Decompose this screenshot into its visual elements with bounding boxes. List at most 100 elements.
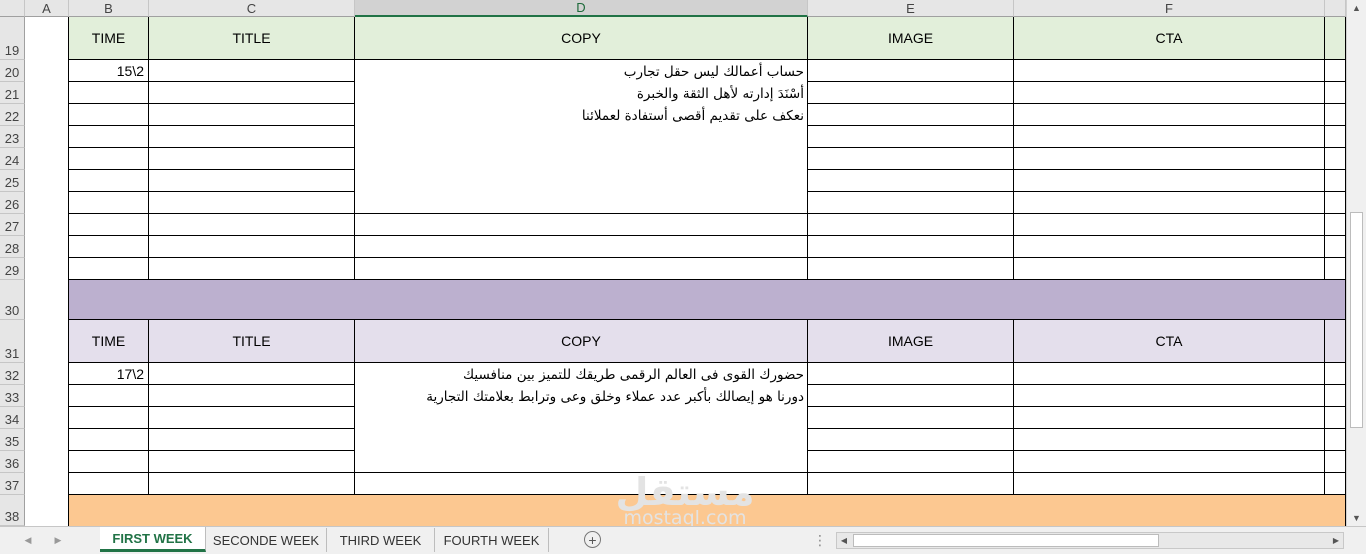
row-header-21[interactable]: 21 — [0, 82, 25, 104]
column-header-b[interactable]: B — [69, 0, 149, 17]
b2-grid-cell[interactable] — [69, 429, 149, 451]
b2-header-extra[interactable] — [1325, 320, 1346, 363]
b2-grid-cell[interactable] — [808, 385, 1014, 407]
b1-grid-cell[interactable] — [1325, 60, 1346, 82]
scroll-down-arrow[interactable]: ▼ — [1347, 510, 1366, 526]
row-header-24[interactable]: 24 — [0, 148, 25, 170]
b2-header-image[interactable]: IMAGE — [808, 320, 1014, 363]
row-header-30[interactable]: 30 — [0, 280, 25, 320]
b1-header-time[interactable]: TIME — [69, 17, 149, 60]
b1-grid-cell[interactable] — [69, 236, 149, 258]
vertical-scroll-thumb[interactable] — [1350, 212, 1363, 428]
add-sheet-icon[interactable]: + — [584, 531, 601, 548]
b1-grid-cell[interactable] — [808, 60, 1014, 82]
row-header-36[interactable]: 36 — [0, 451, 25, 473]
b1-grid-cell[interactable] — [1325, 104, 1346, 126]
b1-grid-cell[interactable] — [149, 104, 355, 126]
b1-grid-cell[interactable] — [1014, 60, 1325, 82]
tab-fourth-week[interactable]: FOURTH WEEK — [435, 528, 549, 552]
b2-copy-cell[interactable]: حضورك القوى فى العالم الرقمى طريقك للتمي… — [355, 363, 808, 473]
b1-grid-cell[interactable] — [69, 192, 149, 214]
b2-grid-cell[interactable] — [1014, 429, 1325, 451]
b1-grid-cell[interactable] — [808, 214, 1014, 236]
b1-grid-cell[interactable] — [1014, 148, 1325, 170]
row-header-29[interactable]: 29 — [0, 258, 25, 280]
row-header-22[interactable]: 22 — [0, 104, 25, 126]
row-header-35[interactable]: 35 — [0, 429, 25, 451]
b1-grid-cell[interactable] — [1014, 170, 1325, 192]
b1-grid-cell[interactable] — [149, 60, 355, 82]
b1-grid-cell[interactable] — [1014, 214, 1325, 236]
b1-grid-cell[interactable] — [808, 104, 1014, 126]
tab-seconde-week[interactable]: SECONDE WEEK — [206, 528, 327, 552]
b2-grid-cell[interactable] — [808, 473, 1014, 495]
b2-grid-cell[interactable] — [1014, 363, 1325, 385]
vertical-scrollbar[interactable]: ▲ ▼ — [1346, 0, 1366, 526]
b2-grid-cell[interactable] — [1014, 385, 1325, 407]
row-header-28[interactable]: 28 — [0, 236, 25, 258]
b2-time-value[interactable]: 17\2 — [69, 363, 148, 384]
b1-grid-cell[interactable] — [1014, 192, 1325, 214]
b1-grid-cell[interactable] — [1325, 214, 1346, 236]
b1-grid-cell[interactable] — [355, 258, 808, 280]
b2-header-time[interactable]: TIME — [69, 320, 149, 363]
row-header-25[interactable]: 25 — [0, 170, 25, 192]
b2-grid-cell[interactable] — [808, 451, 1014, 473]
b1-copy-cell[interactable]: حساب أعمالك ليس حقل تجارب أسْنَدَ إدارته… — [355, 60, 808, 214]
b2-grid-cell[interactable] — [1014, 407, 1325, 429]
b2-grid-cell[interactable] — [1325, 363, 1346, 385]
b1-header-extra[interactable] — [1325, 17, 1346, 60]
b2-grid-cell[interactable] — [69, 407, 149, 429]
b1-grid-cell[interactable] — [69, 82, 149, 104]
b2-grid-cell[interactable] — [808, 429, 1014, 451]
b2-grid-cell[interactable] — [69, 473, 149, 495]
b1-grid-cell[interactable] — [1325, 170, 1346, 192]
b1-grid-cell[interactable] — [149, 236, 355, 258]
b1-header-title[interactable]: TITLE — [149, 17, 355, 60]
b1-grid-cell[interactable] — [808, 192, 1014, 214]
b2-grid-cell[interactable] — [69, 451, 149, 473]
b1-grid-cell[interactable] — [808, 258, 1014, 280]
tab-scroll-left-icon[interactable]: ◀ — [20, 527, 36, 554]
b1-header-image[interactable]: IMAGE — [808, 17, 1014, 60]
b2-grid-cell[interactable] — [808, 407, 1014, 429]
column-header-e[interactable]: E — [808, 0, 1014, 17]
b2-grid-cell[interactable] — [1325, 473, 1346, 495]
b2-grid-cell[interactable] — [1014, 473, 1325, 495]
b1-header-cta[interactable]: CTA — [1014, 17, 1325, 60]
b2-grid-cell[interactable] — [1325, 407, 1346, 429]
b1-grid-cell[interactable] — [1325, 82, 1346, 104]
b2-grid-cell[interactable] — [808, 363, 1014, 385]
horizontal-scrollbar[interactable]: ◀ ▶ — [836, 532, 1344, 549]
b2-grid-cell[interactable] — [1325, 429, 1346, 451]
tab-scroll-right-icon[interactable]: ▶ — [50, 527, 66, 554]
b1-grid-cell[interactable] — [1014, 258, 1325, 280]
tab-first-week[interactable]: FIRST WEEK — [100, 527, 206, 552]
b2-grid-cell[interactable] — [149, 429, 355, 451]
row-header-34[interactable]: 34 — [0, 407, 25, 429]
b2-grid-cell[interactable] — [149, 473, 355, 495]
b1-grid-cell[interactable] — [808, 148, 1014, 170]
b1-grid-cell[interactable] — [69, 104, 149, 126]
b1-grid-cell[interactable] — [808, 170, 1014, 192]
b1-header-copy[interactable]: COPY — [355, 17, 808, 60]
b1-grid-cell[interactable] — [149, 170, 355, 192]
b1-grid-cell[interactable] — [149, 126, 355, 148]
b2-grid-cell[interactable] — [1325, 385, 1346, 407]
row-header-38[interactable]: 38 — [0, 495, 25, 526]
b2-grid-cell[interactable] — [149, 407, 355, 429]
separator-row-30[interactable] — [69, 280, 1346, 320]
b1-grid-cell[interactable] — [1325, 258, 1346, 280]
b1-grid-cell[interactable] — [69, 170, 149, 192]
row-header-27[interactable]: 27 — [0, 214, 25, 236]
b1-grid-cell[interactable] — [355, 236, 808, 258]
b1-grid-cell[interactable] — [1014, 82, 1325, 104]
b1-grid-cell[interactable] — [808, 126, 1014, 148]
column-header-f[interactable]: F — [1014, 0, 1325, 17]
b1-grid-cell[interactable] — [1325, 192, 1346, 214]
b1-grid-cell[interactable] — [355, 214, 808, 236]
row-header-33[interactable]: 33 — [0, 385, 25, 407]
more-options-icon[interactable]: ⋮ — [812, 531, 828, 549]
b2-grid-cell[interactable] — [149, 451, 355, 473]
b1-grid-cell[interactable] — [1325, 236, 1346, 258]
